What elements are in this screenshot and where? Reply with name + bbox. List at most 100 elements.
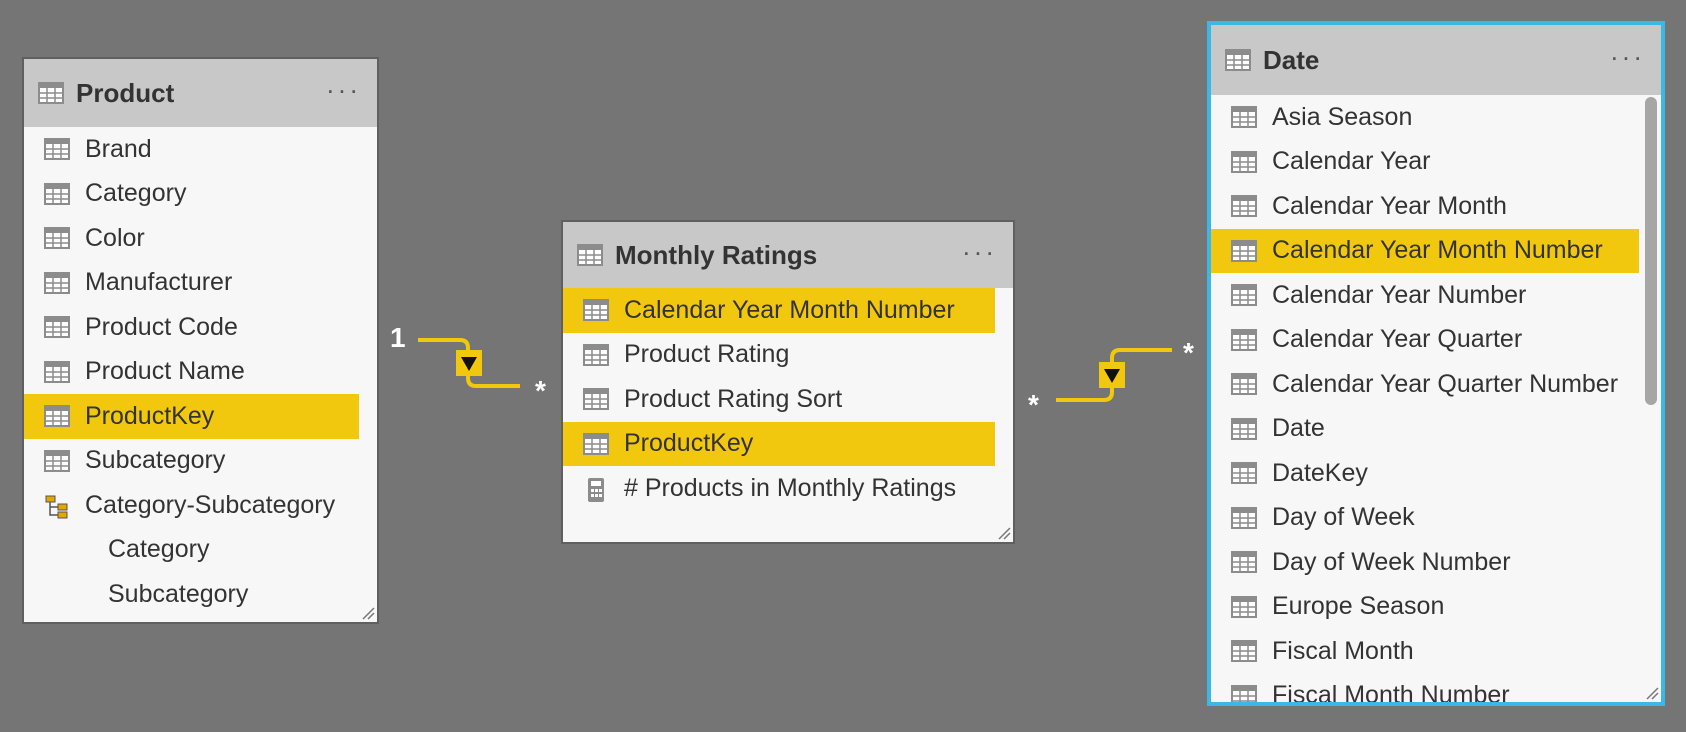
field-row[interactable]: Color [24,216,377,261]
cardinality-many-label: * [535,375,546,406]
column-icon [1231,373,1257,396]
cardinality-many-label: * [1028,389,1039,420]
field-label: Calendar Year Quarter [1272,325,1523,354]
field-row[interactable]: Product Rating Sort [563,377,995,422]
relationship-date-ratings[interactable] [1056,348,1172,402]
table-header[interactable]: Monthly Ratings ··· [563,222,1013,288]
field-row[interactable]: Manufacturer [24,261,377,306]
field-row[interactable]: Brand [24,127,377,172]
product-table-card[interactable]: Product ··· Brand Category Color Manufactur… [22,57,379,624]
field-label: Calendar Year Month [1272,191,1507,220]
resize-handle-icon[interactable] [1645,686,1659,700]
field-list: Asia Season Calendar Year Calendar Year Mo… [1211,95,1639,702]
table-icon [577,244,603,266]
more-options-icon[interactable]: ··· [326,74,361,105]
table-title: Date [1263,44,1320,75]
column-icon [44,449,70,472]
column-icon [1231,506,1257,529]
field-list: Calendar Year Month Number Product Rating… [563,288,995,542]
field-row[interactable]: Calendar Year [1211,140,1639,185]
column-icon [1231,239,1257,262]
field-label: Calendar Year [1272,147,1431,176]
column-icon [44,227,70,250]
column-icon [1231,551,1257,574]
table-title: Monthly Ratings [615,239,818,270]
field-row[interactable]: Date [1211,407,1639,452]
field-label: Category-Subcategory [85,490,336,519]
field-row[interactable]: Day of Week Number [1211,540,1639,585]
field-row[interactable]: Category-Subcategory [24,483,377,528]
field-row[interactable]: Calendar Year Month Number [563,288,995,333]
field-row[interactable]: Calendar Year Month Number [1211,228,1639,273]
field-label: Subcategory [85,446,226,475]
field-label: Category [85,179,187,208]
field-row[interactable]: ProductKey [563,421,995,466]
field-label: Category [108,535,210,564]
field-row[interactable]: Product Code [24,305,377,350]
column-icon [1231,106,1257,129]
field-row[interactable]: Day of Week [1211,496,1639,541]
relationship-product-ratings[interactable] [418,338,520,388]
column-icon [44,182,70,205]
field-row[interactable]: Category [24,172,377,217]
field-label: Product Rating [624,340,790,369]
vertical-scrollbar[interactable] [1645,97,1657,405]
date-table-card[interactable]: Date ··· Asia Season Calendar Year Calenda… [1207,21,1665,706]
field-label: Calendar Year Month Number [1272,236,1603,265]
table-header[interactable]: Product ··· [24,59,377,127]
field-list: Brand Category Color Manufacturer Product Co… [24,127,377,622]
column-icon [1231,328,1257,351]
field-label: Calendar Year Quarter Number [1272,369,1619,398]
field-label: Product Code [85,312,238,341]
field-row[interactable]: Calendar Year Month [1211,184,1639,229]
field-label: Subcategory [108,579,249,608]
table-title: Product [76,77,175,108]
field-label: Day of Week Number [1272,547,1511,576]
field-row[interactable]: Calendar Year Quarter [1211,318,1639,363]
column-icon [1231,284,1257,307]
field-label: Fiscal Month Number [1272,681,1510,702]
field-row[interactable]: # Products in Monthly Ratings [563,466,995,511]
field-label: Fiscal Month [1272,636,1414,665]
field-label: Product Name [85,357,245,386]
field-row[interactable]: DateKey [1211,451,1639,496]
table-header[interactable]: Date ··· [1211,25,1661,95]
column-icon [1231,417,1257,440]
field-row[interactable]: Calendar Year Number [1211,273,1639,318]
column-icon [44,271,70,294]
column-icon [44,405,70,428]
field-row[interactable]: ProductKey [24,394,359,439]
field-row[interactable]: Product Name [24,350,377,395]
resize-handle-icon[interactable] [997,526,1011,540]
field-label: ProductKey [624,429,754,458]
column-icon [1231,195,1257,218]
field-label: DateKey [1272,458,1368,487]
column-icon [1231,595,1257,618]
column-icon [1231,684,1257,702]
column-icon [44,360,70,383]
column-icon [1231,640,1257,663]
field-row[interactable]: Subcategory [24,439,377,484]
field-label: Date [1272,414,1325,443]
field-label: Calendar Year Month Number [624,295,955,324]
hierarchy-level-row[interactable]: Category [24,528,377,573]
column-icon [583,432,609,455]
more-options-icon[interactable]: ··· [1610,41,1645,72]
monthly-ratings-table-card[interactable]: Monthly Ratings ··· Calendar Year Month … [561,220,1015,544]
field-row[interactable]: Fiscal Month Number [1211,674,1639,702]
field-label: Color [85,223,145,252]
field-label: Asia Season [1272,102,1413,131]
table-icon [38,82,64,104]
field-label: Day of Week [1272,503,1415,532]
field-row[interactable]: Calendar Year Quarter Number [1211,362,1639,407]
table-icon [1225,49,1251,71]
field-row[interactable]: Europe Season [1211,585,1639,630]
more-options-icon[interactable]: ··· [962,236,997,267]
field-row[interactable]: Asia Season [1211,95,1639,140]
calculator-icon [583,477,609,503]
field-label: ProductKey [85,401,215,430]
field-row[interactable]: Fiscal Month [1211,629,1639,674]
field-row[interactable]: Product Rating [563,333,995,378]
hierarchy-level-row[interactable]: Subcategory [24,572,377,617]
resize-handle-icon[interactable] [361,606,375,620]
